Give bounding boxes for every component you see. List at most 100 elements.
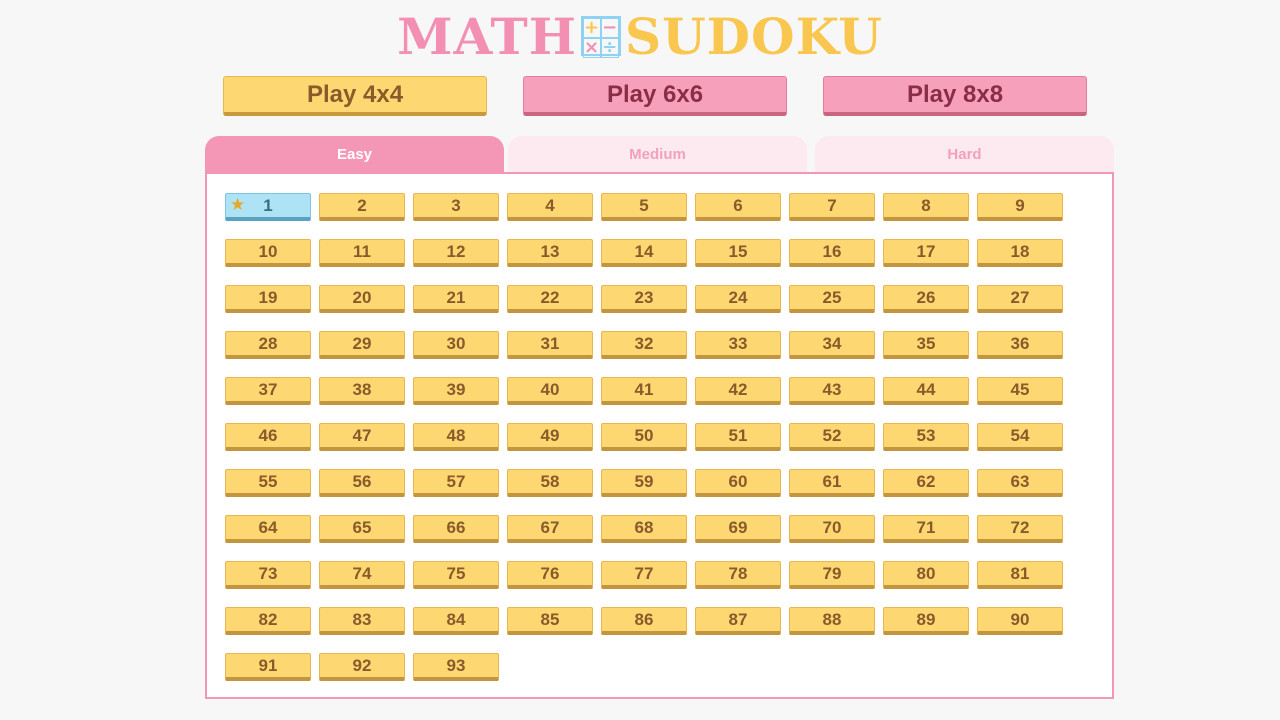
level-button[interactable]: 65 [319,515,405,543]
level-button[interactable]: 56 [319,469,405,497]
level-button[interactable]: 48 [413,423,499,451]
level-button[interactable]: 30 [413,331,499,359]
level-button[interactable]: 69 [695,515,781,543]
level-button[interactable]: 75 [413,561,499,589]
level-button[interactable]: 32 [601,331,687,359]
level-button[interactable]: 71 [883,515,969,543]
level-button[interactable]: 14 [601,239,687,267]
level-button[interactable]: 22 [507,285,593,313]
level-button[interactable]: 82 [225,607,311,635]
level-button[interactable]: 27 [977,285,1063,313]
level-button[interactable]: 68 [601,515,687,543]
level-button[interactable]: 61 [789,469,875,497]
level-button[interactable]: 50 [601,423,687,451]
level-button[interactable]: 76 [507,561,593,589]
tab-medium[interactable]: Medium [508,136,807,172]
level-button[interactable]: 66 [413,515,499,543]
level-button[interactable]: 72 [977,515,1063,543]
level-button[interactable]: 88 [789,607,875,635]
level-button[interactable]: 91 [225,653,311,681]
level-button[interactable]: 19 [225,285,311,313]
play-8x8-button[interactable]: Play 8x8 [823,76,1087,116]
level-button[interactable]: 43 [789,377,875,405]
level-button[interactable]: 23 [601,285,687,313]
level-button[interactable]: 26 [883,285,969,313]
level-button[interactable]: 87 [695,607,781,635]
level-button[interactable]: 24 [695,285,781,313]
level-button[interactable]: 70 [789,515,875,543]
level-button[interactable]: 4 [507,193,593,221]
level-button[interactable]: 9 [977,193,1063,221]
level-button[interactable]: 34 [789,331,875,359]
level-number: 53 [916,425,936,445]
level-button[interactable]: 33 [695,331,781,359]
level-button[interactable]: 47 [319,423,405,451]
level-button[interactable]: 5 [601,193,687,221]
level-button[interactable]: 54 [977,423,1063,451]
level-button[interactable]: 80 [883,561,969,589]
level-button[interactable]: 73 [225,561,311,589]
play-4x4-button[interactable]: Play 4x4 [223,76,487,116]
level-button[interactable]: 49 [507,423,593,451]
level-button[interactable]: 42 [695,377,781,405]
play-6x6-button[interactable]: Play 6x6 [523,76,787,116]
level-button[interactable]: 36 [977,331,1063,359]
level-button[interactable]: 25 [789,285,875,313]
level-button[interactable]: 10 [225,239,311,267]
level-button[interactable]: 2 [319,193,405,221]
level-button[interactable]: 40 [507,377,593,405]
level-button[interactable]: 37 [225,377,311,405]
level-button[interactable]: 67 [507,515,593,543]
level-button[interactable]: 52 [789,423,875,451]
level-button[interactable]: 44 [883,377,969,405]
level-button[interactable]: 53 [883,423,969,451]
level-button[interactable]: 38 [319,377,405,405]
level-button[interactable]: 17 [883,239,969,267]
level-button[interactable]: 89 [883,607,969,635]
level-button[interactable]: 85 [507,607,593,635]
tab-easy[interactable]: Easy [205,136,504,172]
level-button[interactable]: 83 [319,607,405,635]
tab-hard[interactable]: Hard [815,136,1114,172]
level-button[interactable]: 16 [789,239,875,267]
level-button[interactable]: 15 [695,239,781,267]
level-button[interactable]: 77 [601,561,687,589]
level-button[interactable]: 60 [695,469,781,497]
level-button[interactable]: 28 [225,331,311,359]
level-button[interactable]: 6 [695,193,781,221]
level-button[interactable]: 57 [413,469,499,497]
level-button[interactable]: 74 [319,561,405,589]
level-button[interactable]: 79 [789,561,875,589]
level-button[interactable]: 12 [413,239,499,267]
level-button[interactable]: 92 [319,653,405,681]
level-button[interactable]: 86 [601,607,687,635]
level-button[interactable]: 93 [413,653,499,681]
level-button[interactable]: 62 [883,469,969,497]
level-button[interactable]: 45 [977,377,1063,405]
level-button[interactable]: 7 [789,193,875,221]
level-button[interactable]: 21 [413,285,499,313]
level-button[interactable]: 64 [225,515,311,543]
level-button[interactable]: 41 [601,377,687,405]
level-button[interactable]: 90 [977,607,1063,635]
level-button[interactable]: 78 [695,561,781,589]
level-button[interactable]: 59 [601,469,687,497]
level-button[interactable]: 51 [695,423,781,451]
level-button[interactable]: 58 [507,469,593,497]
level-button[interactable]: 84 [413,607,499,635]
level-button[interactable]: 39 [413,377,499,405]
level-button[interactable]: 11 [319,239,405,267]
level-button[interactable]: 3 [413,193,499,221]
level-button[interactable]: 18 [977,239,1063,267]
level-button[interactable]: 29 [319,331,405,359]
level-button[interactable]: 13 [507,239,593,267]
level-button[interactable]: 46 [225,423,311,451]
level-button[interactable]: 35 [883,331,969,359]
level-button-current[interactable]: ★ 1 [225,193,311,221]
level-button[interactable]: 31 [507,331,593,359]
level-button[interactable]: 63 [977,469,1063,497]
level-button[interactable]: 8 [883,193,969,221]
level-button[interactable]: 20 [319,285,405,313]
level-button[interactable]: 81 [977,561,1063,589]
level-button[interactable]: 55 [225,469,311,497]
